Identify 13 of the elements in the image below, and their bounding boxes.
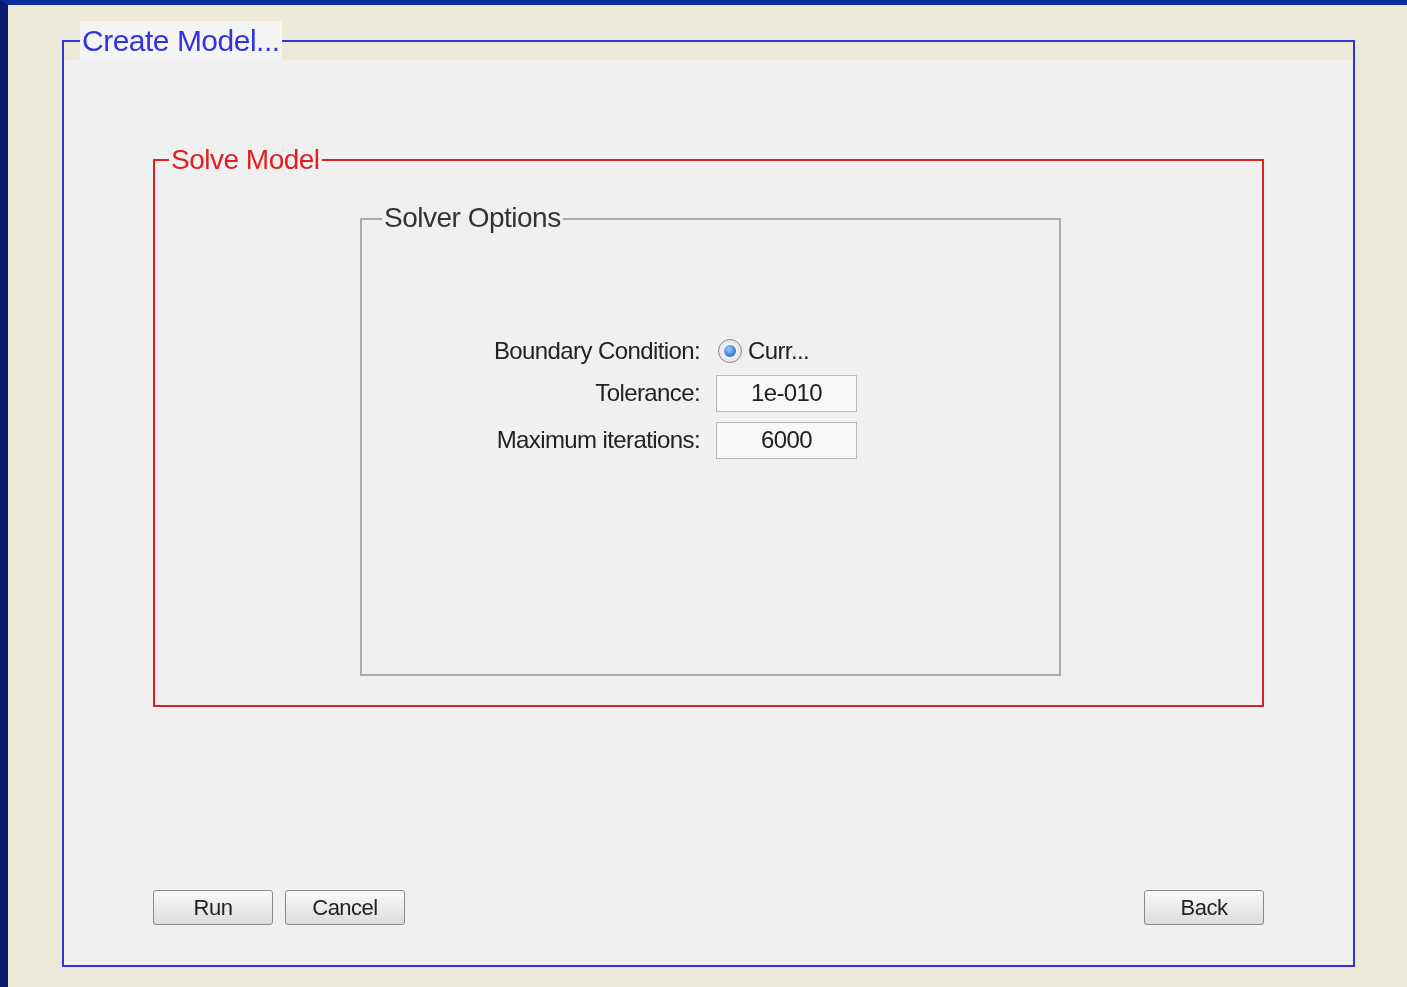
group-title: Solver Options [383,201,562,236]
back-button[interactable]: Back [1144,890,1264,925]
input-field[interactable]: 6000 [716,421,857,459]
run-button[interactable]: Run [153,890,273,925]
input-field[interactable]: 1e-010 [716,374,857,412]
field-label: Boundary Condition: [492,336,701,365]
window-title: Create Model... [80,21,282,60]
field-label: Maximum iterations: [495,426,701,455]
radio-label[interactable]: Curr... [748,336,810,365]
cancel-button[interactable]: Cancel [285,890,405,925]
section-title: Solve Model [170,143,321,177]
field-label: Tolerance: [594,379,701,408]
radio-button[interactable] [718,338,742,363]
